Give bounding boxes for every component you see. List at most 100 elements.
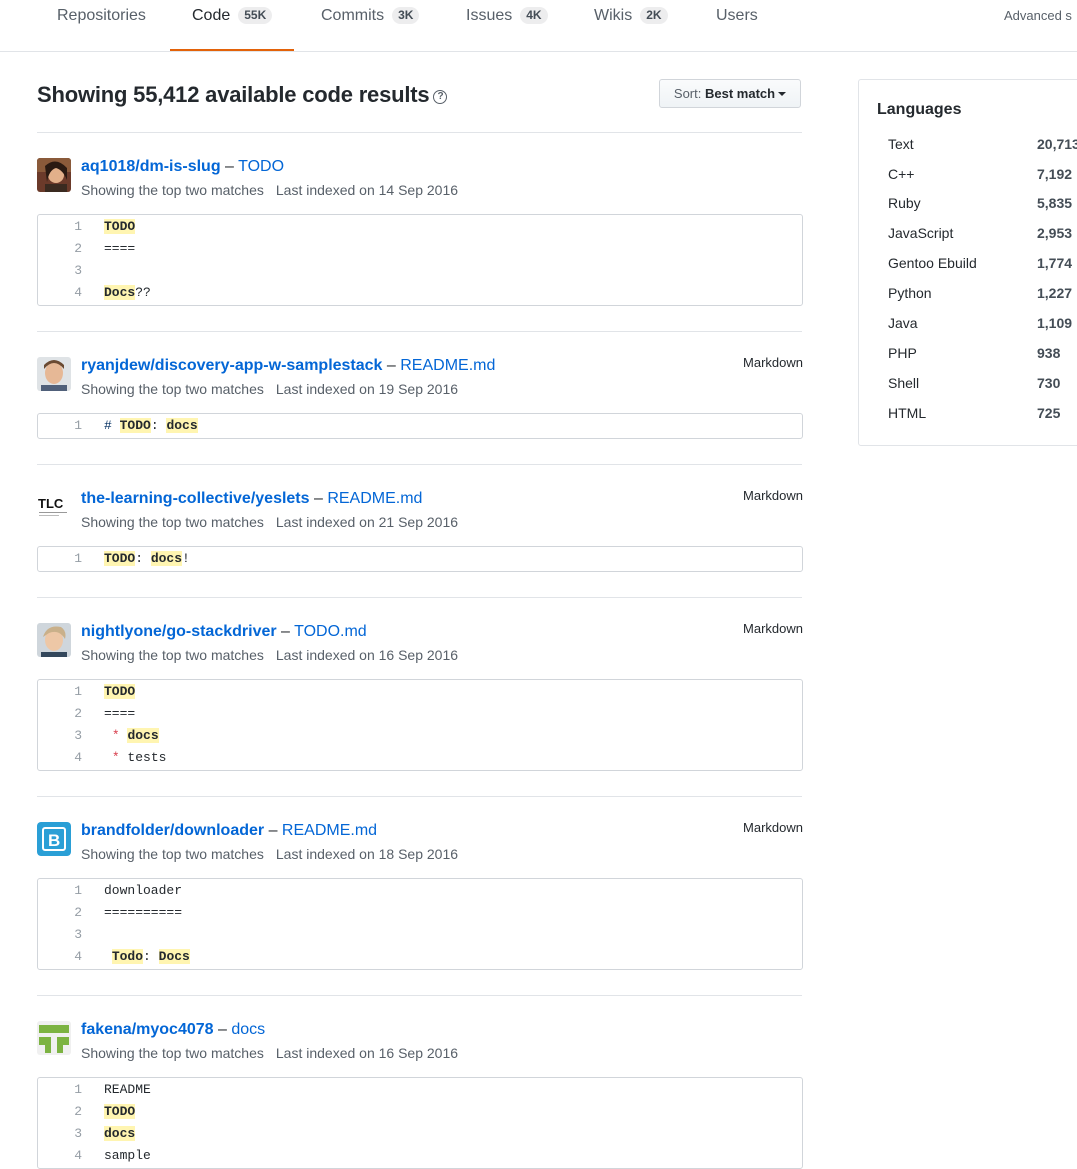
code-token: sample	[104, 1148, 151, 1163]
tab-count: 2K	[640, 7, 668, 24]
code-line: 3 docs	[38, 1123, 802, 1145]
search-highlight: TODO	[104, 551, 136, 566]
language-filter-item[interactable]: Shell 730	[888, 375, 1077, 391]
file-link[interactable]: docs	[231, 1021, 265, 1038]
file-link[interactable]: README.md	[400, 357, 495, 374]
language-filter-item[interactable]: Java 1,109	[888, 315, 1077, 331]
repo-link[interactable]: ryanjdew/discovery-app-w-samplestack	[81, 357, 382, 374]
divider	[37, 597, 802, 598]
code-token: tests	[119, 750, 167, 765]
line-number[interactable]: 2	[38, 1101, 82, 1123]
repo-link[interactable]: the-learning-collective/yeslets	[81, 490, 310, 507]
avatar[interactable]	[37, 357, 71, 391]
line-number[interactable]: 2	[38, 238, 82, 260]
code-snippet[interactable]: 1 downloader 2 ========== 3 4 Todo: Docs	[37, 878, 803, 970]
line-content: ==========	[104, 902, 182, 924]
search-highlight: docs	[127, 728, 159, 743]
search-highlight: TODO	[104, 1104, 136, 1119]
code-line: 1 TODO: docs!	[38, 548, 802, 570]
line-number[interactable]: 3	[38, 260, 82, 282]
repo-link[interactable]: nightlyone/go-stackdriver	[81, 623, 277, 640]
file-link[interactable]: TODO.md	[294, 623, 367, 640]
avatar[interactable]: B	[37, 822, 71, 856]
code-snippet[interactable]: 1 TODO 2 ==== 3 * docs 4 * tests	[37, 679, 803, 771]
code-token: :	[143, 949, 159, 964]
language-filter-item[interactable]: Gentoo Ebuild 1,774	[888, 255, 1077, 271]
repo-link[interactable]: aq1018/dm-is-slug	[81, 158, 221, 175]
line-content: ====	[104, 703, 135, 725]
divider	[37, 331, 802, 332]
tab-wikis[interactable]: Wikis 2K	[594, 0, 668, 51]
repo-link[interactable]: fakena/myoc4078	[81, 1021, 214, 1038]
line-number[interactable]: 2	[38, 902, 82, 924]
code-line: 3 * docs	[38, 725, 802, 747]
file-link[interactable]: TODO	[238, 158, 284, 175]
matches-text: Showing the top two matches	[81, 514, 264, 530]
language-filter-item[interactable]: JavaScript 2,953	[888, 225, 1077, 241]
line-number[interactable]: 1	[38, 681, 82, 703]
avatar[interactable]	[37, 1021, 71, 1055]
language-name: Gentoo Ebuild	[888, 255, 977, 271]
line-number[interactable]: 1	[38, 1079, 82, 1101]
tab-commits[interactable]: Commits 3K	[321, 0, 420, 51]
code-token: ====	[104, 241, 136, 256]
line-number[interactable]: 4	[38, 282, 82, 304]
sort-dropdown-button[interactable]: Sort: Best match	[659, 79, 801, 108]
line-number[interactable]: 1	[38, 216, 82, 238]
code-token: downloader	[104, 883, 183, 898]
matches-text: Showing the top two matches	[81, 846, 264, 862]
repo-link[interactable]: brandfolder/downloader	[81, 822, 264, 839]
language-name: PHP	[888, 345, 917, 361]
search-highlight: TODO	[119, 418, 151, 433]
language-filter-item[interactable]: PHP 938	[888, 345, 1077, 361]
language-name: Python	[888, 285, 932, 301]
language-count: 938	[1037, 345, 1061, 361]
language-filter-item[interactable]: C++ 7,192	[888, 166, 1077, 182]
question-icon[interactable]: ?	[433, 90, 448, 104]
code-snippet[interactable]: 1 README 2 TODO 3 docs 4 sample	[37, 1077, 803, 1169]
language-count: 730	[1037, 375, 1061, 391]
tab-users[interactable]: Users	[716, 0, 758, 51]
language-count: 725	[1037, 405, 1061, 421]
avatar[interactable]	[37, 623, 71, 657]
indexed-text: Last indexed on 19 Sep 2016	[275, 381, 459, 397]
language-filter-item[interactable]: Python 1,227	[888, 285, 1077, 301]
tab-issues[interactable]: Issues 4K	[466, 0, 548, 51]
line-content: ====	[104, 238, 135, 260]
code-line: 1 # TODO: docs	[38, 415, 802, 437]
line-number[interactable]: 3	[38, 1123, 82, 1145]
avatar[interactable]: TLC	[37, 490, 71, 524]
language-filter-item[interactable]: HTML 725	[888, 405, 1077, 421]
file-link[interactable]: README.md	[282, 822, 377, 839]
svg-text:B: B	[48, 831, 60, 850]
line-number[interactable]: 2	[38, 703, 82, 725]
code-token: ====	[104, 706, 136, 721]
line-number[interactable]: 4	[38, 747, 82, 769]
language-count: 1,227	[1037, 285, 1073, 301]
language-filter-item[interactable]: Text 20,713	[888, 136, 1077, 152]
line-number[interactable]: 1	[38, 880, 82, 902]
tab-repositories[interactable]: Repositories	[57, 0, 146, 51]
line-number[interactable]: 1	[38, 415, 82, 437]
tab-label: Repositories	[57, 7, 146, 24]
line-content: TODO: docs!	[104, 548, 190, 570]
line-content: TODO	[104, 681, 136, 703]
avatar[interactable]	[37, 158, 71, 192]
tab-label: Wikis	[594, 7, 633, 24]
code-snippet[interactable]: 1 # TODO: docs	[37, 413, 803, 439]
language-filter-item[interactable]: Ruby 5,835	[888, 195, 1077, 211]
line-number[interactable]: 3	[38, 924, 82, 946]
tab-code[interactable]: Code 55K	[169, 0, 295, 51]
line-number[interactable]: 1	[38, 548, 82, 570]
code-snippet[interactable]: 1 TODO: docs!	[37, 546, 803, 572]
results-heading: Showing 55,412 available code results?	[37, 82, 448, 108]
advanced-search-link[interactable]: Advanced s	[1004, 8, 1072, 23]
code-token: #	[104, 418, 120, 433]
language-count: 1,774	[1037, 255, 1073, 271]
line-number[interactable]: 3	[38, 725, 82, 747]
indexed-text: Last indexed on 16 Sep 2016	[275, 647, 459, 663]
code-snippet[interactable]: 1 TODO 2 ==== 3 4 Docs??	[37, 214, 803, 306]
indexed-text: Last indexed on 21 Sep 2016	[275, 514, 459, 530]
file-link[interactable]: README.md	[327, 490, 422, 507]
line-number[interactable]: 4	[38, 946, 82, 968]
